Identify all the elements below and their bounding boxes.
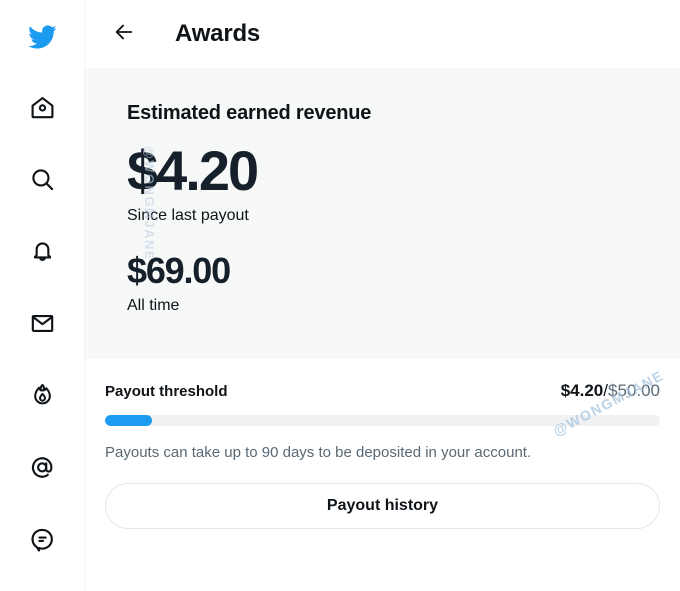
awards-screen: Awards @WONGMJANE Estimated earned reven… [0, 0, 680, 591]
revenue-card-heading: Estimated earned revenue [127, 102, 680, 125]
payout-threshold-goal: $50.00 [608, 381, 660, 400]
arrow-left-icon [113, 21, 135, 48]
home-icon [29, 94, 56, 121]
envelope-icon [29, 310, 56, 337]
at-sign-icon [29, 454, 56, 481]
sidebar-item-notifications[interactable] [17, 226, 67, 276]
sidebar-item-explore[interactable] [17, 154, 67, 204]
sidebar-item-twitter[interactable] [17, 12, 67, 62]
all-time-amount: $69.00 [127, 253, 680, 289]
since-last-payout-label: Since last payout [127, 207, 680, 225]
watermark-diagonal: @WONGMJANE [551, 367, 667, 439]
payout-progress-fill [105, 415, 152, 426]
since-last-payout-amount: $4.20 [127, 143, 680, 199]
estimated-revenue-card: @WONGMJANE Estimated earned revenue $4.2… [85, 68, 680, 359]
sidebar-item-mentions[interactable] [17, 442, 67, 492]
back-button[interactable] [105, 15, 143, 53]
payout-history-button[interactable]: Payout history [105, 483, 660, 529]
sidebar-item-topics[interactable] [17, 514, 67, 564]
speech-bubble-icon [29, 526, 56, 553]
page-header: Awards [85, 0, 680, 68]
search-icon [29, 166, 56, 193]
twitter-bird-logo-icon [24, 22, 60, 52]
spacer [127, 225, 680, 253]
sidebar-item-home[interactable] [17, 82, 67, 132]
sidebar-item-awards[interactable] [17, 370, 67, 420]
payout-threshold-values: $4.20/$50.00 [561, 381, 660, 401]
flame-icon [29, 382, 56, 409]
payout-threshold-label: Payout threshold [105, 383, 228, 400]
sidebar-item-messages[interactable] [17, 298, 67, 348]
bell-icon [29, 238, 56, 265]
payout-progress-bar [105, 415, 660, 426]
main-content: Awards @WONGMJANE Estimated earned reven… [85, 0, 680, 591]
payout-note: Payouts can take up to 90 days to be dep… [105, 444, 660, 461]
page-title: Awards [175, 20, 260, 48]
payout-threshold-current: $4.20 [561, 381, 604, 400]
payout-threshold-section: @WONGMJANE Payout threshold $4.20/$50.00… [85, 359, 680, 529]
sidebar [0, 0, 85, 591]
payout-threshold-row: Payout threshold $4.20/$50.00 [105, 381, 660, 401]
all-time-label: All time [127, 297, 680, 315]
